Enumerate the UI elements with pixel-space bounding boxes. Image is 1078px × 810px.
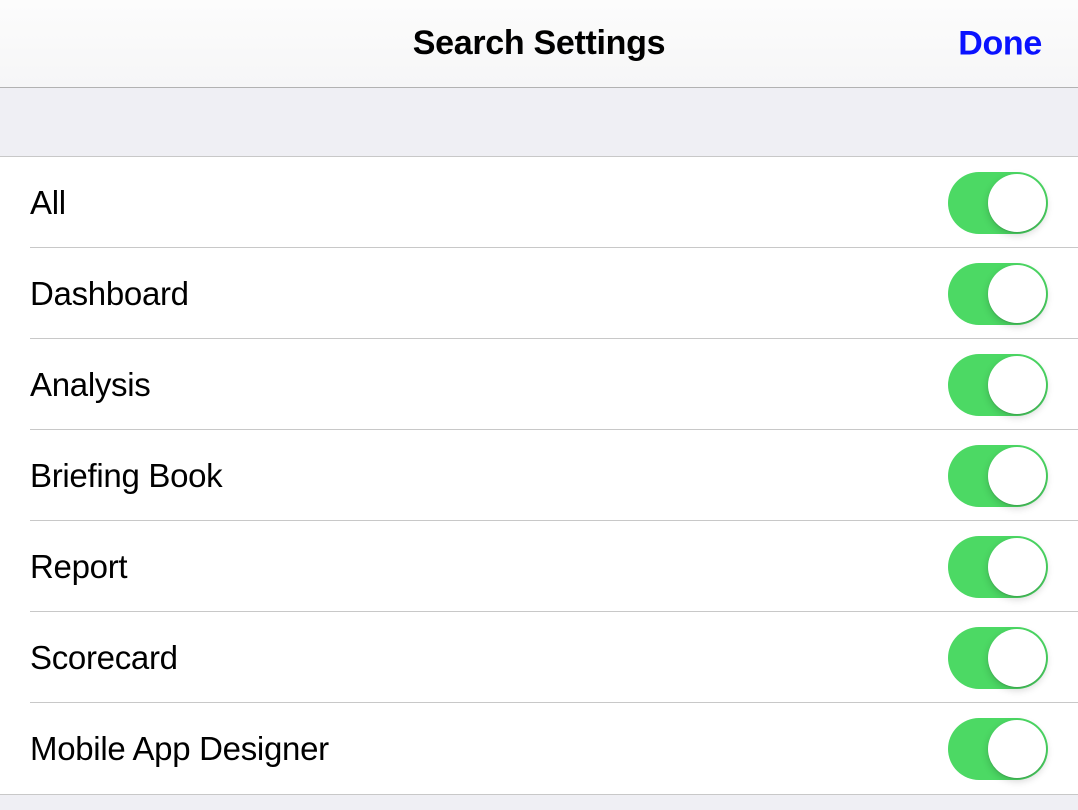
switch-knob: [988, 265, 1046, 323]
toggle-analysis[interactable]: [948, 354, 1048, 416]
page-title: Search Settings: [413, 24, 665, 63]
row-label: Report: [30, 548, 127, 586]
toggle-dashboard[interactable]: [948, 263, 1048, 325]
settings-list: All Dashboard Analysis Briefing Book Rep…: [0, 156, 1078, 795]
toggle-all[interactable]: [948, 172, 1048, 234]
switch-knob: [988, 720, 1046, 778]
toggle-briefing-book[interactable]: [948, 445, 1048, 507]
navbar: Search Settings Done: [0, 0, 1078, 88]
switch-knob: [988, 447, 1046, 505]
toggle-mobile-app-designer[interactable]: [948, 718, 1048, 780]
settings-row-report: Report: [0, 521, 1078, 612]
done-button[interactable]: Done: [958, 24, 1042, 63]
settings-row-briefing-book: Briefing Book: [0, 430, 1078, 521]
settings-row-dashboard: Dashboard: [0, 248, 1078, 339]
toggle-report[interactable]: [948, 536, 1048, 598]
switch-knob: [988, 174, 1046, 232]
toggle-scorecard[interactable]: [948, 627, 1048, 689]
row-label: All: [30, 184, 66, 222]
row-label: Scorecard: [30, 639, 178, 677]
settings-row-mobile-app-designer: Mobile App Designer: [0, 703, 1078, 794]
row-label: Analysis: [30, 366, 150, 404]
switch-knob: [988, 629, 1046, 687]
section-spacer: [0, 88, 1078, 156]
switch-knob: [988, 538, 1046, 596]
row-label: Mobile App Designer: [30, 730, 329, 768]
settings-row-all: All: [0, 157, 1078, 248]
switch-knob: [988, 356, 1046, 414]
settings-row-scorecard: Scorecard: [0, 612, 1078, 703]
row-label: Dashboard: [30, 275, 189, 313]
settings-row-analysis: Analysis: [0, 339, 1078, 430]
row-label: Briefing Book: [30, 457, 222, 495]
